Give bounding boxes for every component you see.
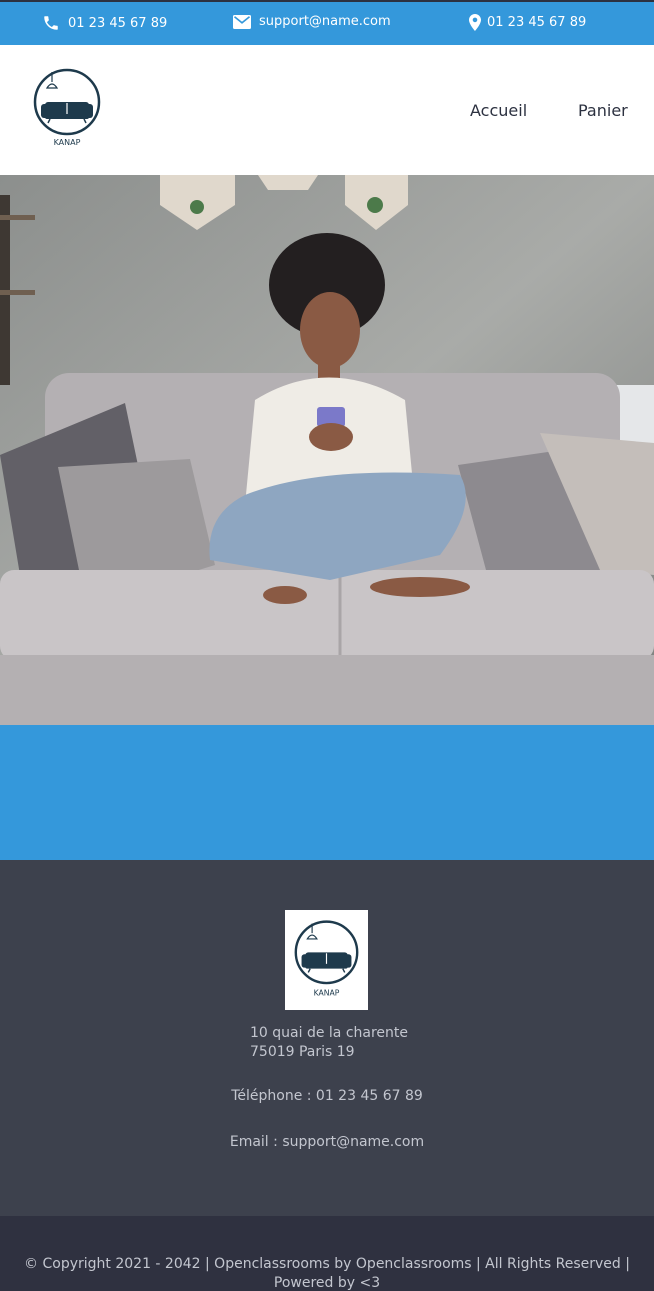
nav-home-link[interactable]: Accueil <box>470 101 527 120</box>
topbar-phone: 01 23 45 67 89 <box>42 14 167 32</box>
address-line-1: 10 quai de la charente <box>250 1025 408 1041</box>
blue-section <box>0 725 654 860</box>
site-header: KANAP Accueil Panier <box>0 45 654 175</box>
site-footer: KANAP 10 quai de la charente 75019 Paris… <box>0 860 654 1216</box>
mail-icon <box>233 14 251 29</box>
topbar-location: 01 23 45 67 89 <box>469 14 586 31</box>
footer-address: 10 quai de la charente 75019 Paris 19 <box>250 1024 408 1062</box>
footer-phone: Téléphone : 01 23 45 67 89 <box>231 1088 423 1104</box>
header-logo[interactable]: KANAP <box>30 68 104 148</box>
copyright-bar: © Copyright 2021 - 2042 | Openclassrooms… <box>0 1216 654 1291</box>
topbar-location-text: 01 23 45 67 89 <box>487 15 587 30</box>
topbar-phone-text: 01 23 45 67 89 <box>68 15 168 31</box>
topbar-email-text: support@name.com <box>259 14 391 29</box>
footer-email: Email : support@name.com <box>229 1134 425 1150</box>
kanap-logo-icon: KANAP <box>33 68 101 147</box>
topbar-email: support@name.com <box>233 14 391 29</box>
phone-icon <box>44 16 58 30</box>
nav-cart-link[interactable]: Panier <box>578 101 628 120</box>
location-pin-icon <box>469 14 481 31</box>
footer-logo-text: KANAP <box>314 989 340 998</box>
hero-banner-image <box>0 175 654 725</box>
top-contact-bar: 01 23 45 67 89 support@name.com 01 23 45… <box>0 0 654 45</box>
footer-logo: KANAP <box>285 910 368 1010</box>
copyright-text: © Copyright 2021 - 2042 | Openclassrooms… <box>24 1256 630 1291</box>
kanap-logo-icon: KANAP <box>294 920 359 998</box>
address-line-2: 75019 Paris 19 <box>250 1044 355 1060</box>
header-logo-text: KANAP <box>54 138 81 147</box>
